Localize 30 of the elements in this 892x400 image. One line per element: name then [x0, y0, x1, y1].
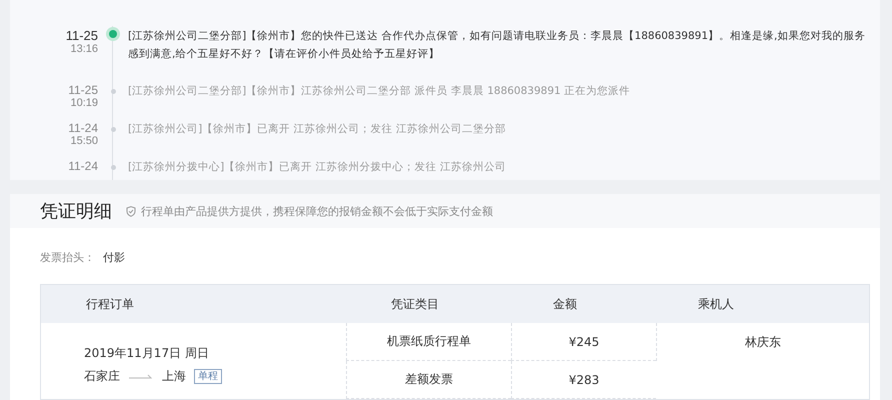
section-title: 凭证明细 — [40, 200, 112, 223]
notice-text: 行程单由产品提供方提供，携程保障您的报销金额不会低于实际支付金额 — [141, 204, 493, 218]
category-cell: 机票纸质行程单 — [387, 333, 471, 350]
tracking-date: 11-25 — [66, 28, 98, 43]
tracking-date: 11-24 — [68, 121, 98, 135]
tracking-time: 13:16 — [70, 43, 98, 55]
shield-check-icon — [126, 206, 136, 216]
tracking-message: [江苏徐州公司二堡分部]【徐州市】您的快件已送达 合作代办点保管，如有问题请电联业务员：李晨晨【18860839891】。相逢是缘,如果您对我的服务感到满意,给个五星好不好？【请在评价小件员处给予五星好评】 — [128, 29, 866, 62]
passenger-cell: 林庆东 — [656, 323, 869, 361]
arrival-city: 上海 — [162, 368, 186, 385]
amount-cell: ¥283 — [568, 372, 600, 386]
tracking-time: 10:19 — [70, 97, 98, 109]
column-header: 凭证类目 — [346, 285, 511, 323]
invoice-value: 付影 — [103, 250, 125, 265]
tracking-date: 11-24 — [68, 159, 98, 173]
column-header: 行程订单 — [41, 285, 346, 323]
tracking-time: 15:50 — [70, 135, 98, 147]
column-header: 乘机人 — [656, 285, 869, 323]
column-header: 金额 — [511, 285, 656, 323]
route-line-icon — [128, 374, 154, 380]
category-cell: 差额发票 — [405, 371, 453, 388]
amount-cell: ¥245 — [568, 334, 600, 348]
invoice-label: 发票抬头： — [40, 250, 95, 265]
tracking-date: 11-25 — [68, 83, 98, 97]
tracking-message: [江苏徐州公司二堡分部]【徐州市】江苏徐州公司二堡分部 派件员 李晨晨 18860839891 正在为您派件 — [128, 84, 632, 99]
departure-city: 石家庄 — [84, 368, 120, 385]
tracking-message: [江苏徐州分拨中心]【徐州市】已离开 江苏徐州分拨中心；发往 江苏徐州公司 — [128, 160, 507, 175]
order-date: 2019年11月17日 周日 — [84, 345, 210, 362]
trip-type-tag: 单程 — [194, 369, 222, 384]
tracking-message: [江苏徐州公司]【徐州市】已离开 江苏徐州公司；发往 江苏徐州公司二堡分部 — [128, 122, 507, 137]
